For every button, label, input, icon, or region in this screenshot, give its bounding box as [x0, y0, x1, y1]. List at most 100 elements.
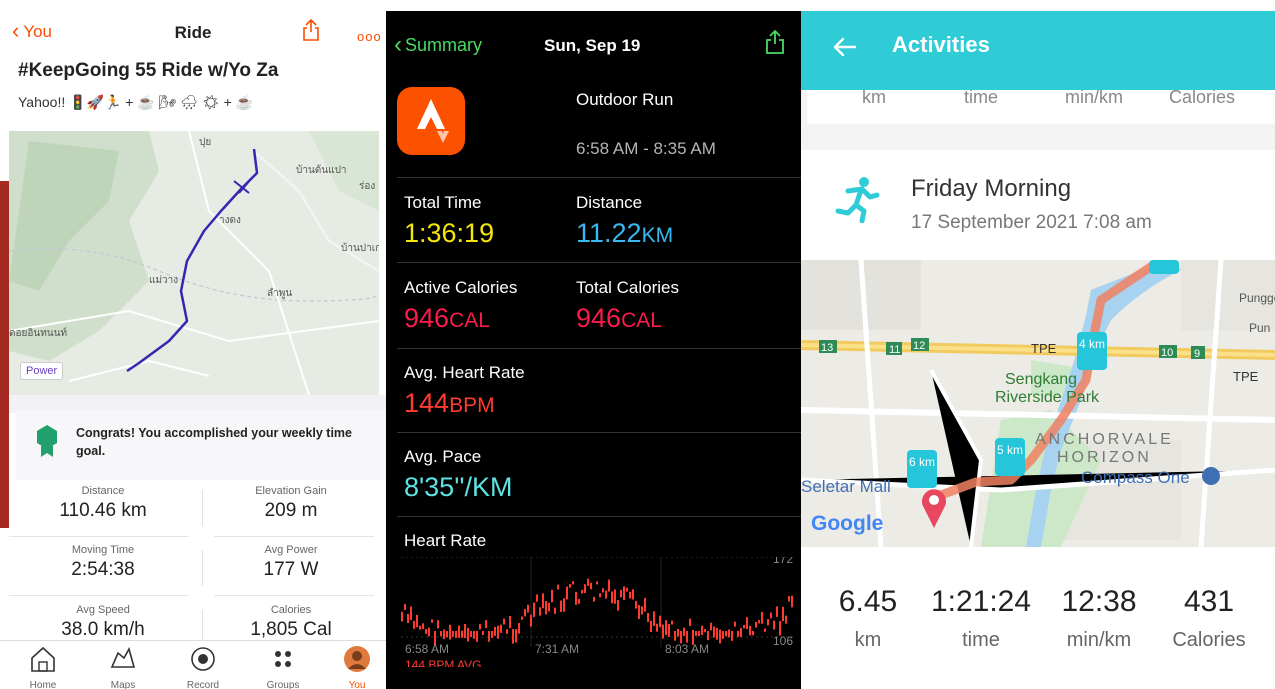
divider — [397, 262, 801, 263]
heart-rate-mark — [596, 581, 598, 585]
road-number: 11 — [889, 344, 900, 356]
back-button[interactable]: ‹ Summary — [394, 32, 482, 56]
total-time-value: 1:36:19 — [404, 218, 494, 249]
heart-rate-mark — [473, 631, 475, 639]
stat-distance: Distance 110.46 km — [9, 485, 197, 522]
share-icon[interactable] — [765, 29, 785, 59]
back-arrow-icon[interactable] — [831, 33, 859, 66]
power-badge[interactable]: Power — [20, 362, 64, 380]
heart-rate-mark — [527, 604, 529, 613]
avg-pace-value: 8'35''/KM — [404, 472, 513, 503]
activity-datetime: 17 September 2021 7:08 am — [911, 212, 1152, 233]
heart-rate-mark — [422, 623, 424, 630]
divider — [397, 177, 801, 178]
heart-rate-chart: 172 106 6:58 AM 7:31 AM 8:03 AM 144 BPM … — [401, 552, 793, 672]
active-calories-label: Active Calories — [404, 278, 518, 297]
heart-rate-mark — [620, 589, 622, 598]
heart-rate-mark — [587, 578, 589, 586]
heart-rate-mark — [629, 591, 631, 599]
km-marker[interactable]: 5 km — [995, 438, 1025, 476]
heart-rate-mark — [437, 620, 439, 629]
heart-rate-mark — [449, 624, 451, 640]
heart-rate-mark — [530, 614, 532, 627]
activity-name: Friday Morning — [911, 175, 1072, 202]
total-calories-value: 946CAL — [576, 303, 662, 334]
tab-you[interactable]: You — [327, 645, 386, 689]
page-title: Activities — [892, 32, 990, 57]
heart-rate-mark — [650, 620, 652, 632]
metric-unit: BPM — [449, 394, 495, 417]
ride-activity-screen: ‹ You Ride ooo #KeepGoing 55 Ride w/Yo Z… — [0, 0, 386, 689]
heart-rate-mark — [599, 593, 601, 598]
share-icon[interactable] — [302, 18, 320, 46]
more-options-icon[interactable]: ooo — [357, 29, 382, 44]
heart-rate-mark — [485, 620, 487, 629]
route-map[interactable]: 13 11 12 10 9 TPE TPE Sengkang Riverside… — [801, 260, 1275, 547]
heart-rate-mark — [608, 579, 610, 592]
metric-value: 8'35''/KM — [404, 472, 513, 502]
divider — [214, 595, 374, 596]
tab-label: Record — [186, 680, 220, 689]
road-number: 12 — [913, 340, 925, 352]
map-label: ปุย — [199, 137, 211, 148]
stat-value: 38.0 km/h — [61, 619, 145, 640]
heart-rate-mark — [410, 606, 412, 621]
heart-rate-mark — [683, 627, 685, 636]
heart-rate-mark — [725, 631, 727, 637]
heart-rate-mark — [749, 625, 751, 636]
heart-rate-mark — [443, 629, 445, 640]
divider — [214, 536, 374, 537]
km-marker[interactable]: 4 km — [1077, 332, 1107, 370]
map-label: Punggo — [1239, 291, 1275, 305]
heart-rate-mark — [446, 631, 448, 638]
stat-label: Avg Speed — [76, 604, 130, 616]
avg-pace-label: Avg. Pace — [404, 447, 482, 466]
distance-label: Distance — [576, 193, 643, 212]
heart-rate-mark — [506, 629, 508, 634]
home-icon — [31, 646, 55, 672]
stat-value: 12:38 — [1061, 585, 1137, 618]
stat-unit: Calories — [1172, 629, 1246, 651]
tab-home[interactable]: Home — [13, 645, 73, 689]
heart-rate-mark — [470, 631, 472, 637]
metric-value: 11.22 — [576, 218, 642, 248]
stat-value: 2:54:38 — [71, 559, 135, 580]
tab-groups[interactable]: Groups — [253, 645, 313, 689]
map-label: Compass One — [1081, 468, 1190, 487]
heart-rate-mark — [548, 602, 550, 612]
stat-value: 1:21:24 — [930, 585, 1032, 618]
goal-message: Congrats! You accomplished your weekly t… — [76, 426, 353, 458]
heart-rate-mark — [590, 582, 592, 590]
heart-rate-mark — [632, 589, 634, 600]
x-label: 7:31 AM — [535, 642, 579, 656]
stat-value: 110.46 km — [59, 500, 147, 521]
tab-maps[interactable]: Maps — [93, 645, 153, 689]
metric-unit: CAL — [621, 309, 662, 332]
metric-value: 946 — [404, 303, 450, 333]
heart-rate-mark — [491, 631, 493, 638]
km-marker[interactable]: 6 km — [907, 450, 937, 488]
page-title: Sun, Sep 19 — [544, 36, 641, 55]
tab-record[interactable]: Record — [173, 645, 233, 689]
map-label: Riverside Park — [995, 389, 1100, 406]
goal-badge-icon — [36, 424, 58, 463]
heart-rate-mark — [653, 611, 655, 626]
stat-distance: 6.45 km — [813, 585, 923, 652]
map-label: บ้านปาเก — [341, 242, 379, 254]
heart-rate-mark — [458, 625, 460, 638]
route-map[interactable]: ปุย บ้านต้นแปา ร่อง บ้านปาเก างดง แม่วาง… — [9, 131, 379, 395]
heart-rate-mark — [785, 615, 787, 624]
groups-icon — [275, 651, 291, 667]
map-label: ร่อง — [359, 181, 375, 192]
tab-label: You — [348, 680, 366, 689]
map-label: แม่วาง — [149, 275, 178, 286]
heart-rate-mark — [515, 629, 517, 643]
heart-rate-mark — [737, 630, 739, 637]
decorative-red-bar — [0, 181, 9, 528]
activity-card[interactable]: Friday Morning 17 September 2021 7:08 am — [801, 150, 1275, 689]
metric-value: 1:36:19 — [404, 218, 495, 248]
heart-rate-mark — [716, 627, 718, 640]
heart-rate-mark — [674, 631, 676, 641]
heart-rate-mark — [569, 584, 571, 588]
stat-unit: time — [962, 629, 1000, 651]
